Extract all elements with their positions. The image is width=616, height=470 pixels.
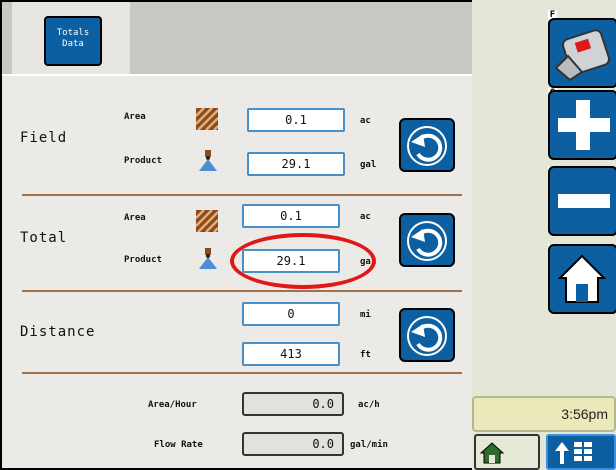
area-icon	[196, 210, 218, 232]
totals-panel: Totals Data Field Area 0.1 ac Product 29…	[2, 2, 474, 468]
field-product-value: 29.1	[247, 152, 345, 176]
distance-miles-value: 0	[242, 302, 340, 326]
distance-miles-unit: mi	[360, 310, 371, 320]
distance-feet-unit: ft	[360, 350, 371, 360]
flow-rate-value: 0.0	[242, 432, 344, 456]
area-hour-value: 0.0	[242, 392, 344, 416]
section-divider	[22, 372, 462, 374]
field-section-title: Field	[20, 130, 68, 146]
up-arrow-grid-icon	[555, 442, 592, 464]
area-icon	[196, 108, 218, 130]
total-reset-button[interactable]	[399, 213, 455, 267]
area-hour-unit: ac/h	[358, 400, 380, 410]
clock-display: 3:56pm	[472, 396, 616, 432]
menu-nav-button[interactable]	[546, 434, 616, 470]
plus-icon	[558, 100, 610, 150]
field-area-unit: ac	[360, 116, 371, 126]
minus-icon	[558, 194, 610, 208]
home-icon	[557, 254, 607, 303]
area-hour-label: Area/Hour	[148, 400, 197, 410]
home-icon	[480, 442, 504, 464]
totals-data-button[interactable]: Totals Data	[44, 16, 102, 66]
section-divider	[22, 290, 462, 292]
reset-icon	[407, 221, 447, 261]
total-area-unit: ac	[360, 212, 371, 222]
monitor-display-icon	[554, 29, 611, 82]
softkey-g-plus-button[interactable]	[548, 90, 616, 160]
distance-feet-value: 413	[242, 342, 340, 366]
field-product-unit: gal	[360, 160, 377, 170]
softkey-f-display-button[interactable]	[548, 18, 616, 88]
total-product-label: Product	[124, 255, 162, 265]
distance-section-title: Distance	[20, 324, 96, 340]
sprayer-nozzle-icon	[199, 248, 217, 269]
section-divider	[22, 194, 462, 196]
home-nav-button[interactable]	[474, 434, 540, 470]
sprayer-nozzle-icon	[199, 150, 217, 171]
softkey-i-home-button[interactable]	[548, 244, 616, 314]
flow-rate-unit: gal/min	[350, 440, 388, 450]
product-total-highlight-circle	[230, 233, 376, 289]
distance-reset-button[interactable]	[399, 308, 455, 362]
total-area-value: 0.1	[242, 204, 340, 228]
field-area-value: 0.1	[247, 108, 345, 132]
total-section-title: Total	[20, 230, 68, 246]
reset-icon	[407, 126, 447, 166]
total-area-label: Area	[124, 213, 146, 223]
flow-rate-label: Flow Rate	[154, 440, 203, 450]
tab-bar: Totals Data	[2, 2, 472, 76]
display-screen: Totals Data Field Area 0.1 ac Product 29…	[0, 0, 616, 470]
softkey-h-minus-button[interactable]	[548, 166, 616, 236]
reset-icon	[407, 316, 447, 356]
field-area-label: Area	[124, 112, 146, 122]
tab-totals-data[interactable]: Totals Data	[12, 2, 130, 74]
field-reset-button[interactable]	[399, 118, 455, 172]
field-product-label: Product	[124, 156, 162, 166]
